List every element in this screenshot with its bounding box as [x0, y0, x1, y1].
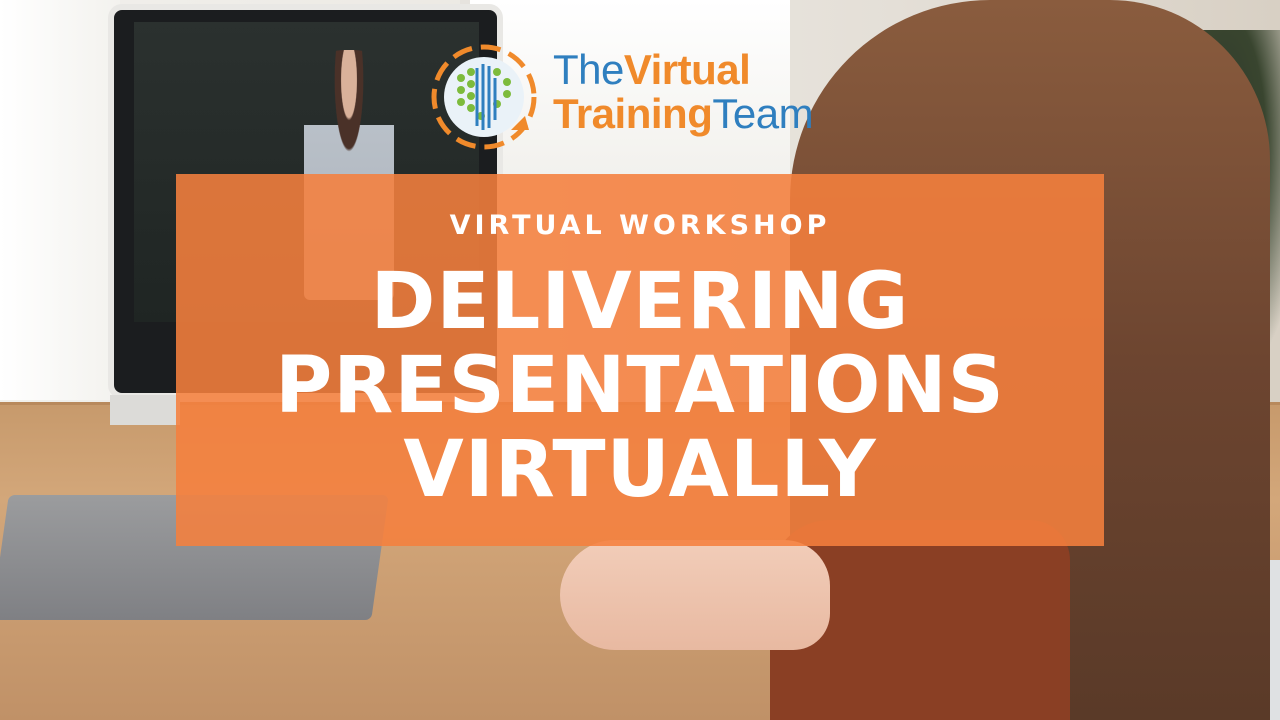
logo-line-1: TheVirtual [553, 48, 813, 92]
workshop-label: VIRTUAL WORKSHOP [449, 210, 831, 241]
title-line-1: DELIVERING [370, 257, 910, 347]
logo-word-training: Training [553, 90, 713, 137]
monitor-stand [110, 395, 180, 425]
logo-wordmark: TheVirtual TrainingTeam [553, 48, 814, 137]
title-line-2: PRESENTATIONS [275, 341, 1005, 431]
logo-line-2: TrainingTeam [553, 90, 814, 137]
logo-word-the: The [553, 46, 624, 93]
logo-word-team: Team [712, 90, 814, 137]
logo-word-virtual: Virtual [623, 46, 751, 93]
brand-logo: TheVirtual TrainingTeam [425, 38, 865, 156]
window-light [0, 0, 120, 400]
workshop-title: DELIVERING PRESENTATIONS VIRTUALLY [176, 260, 1104, 512]
title-banner: VIRTUAL WORKSHOP DELIVERING PRESENTATION… [176, 174, 1104, 546]
title-line-3: VIRTUALLY [403, 425, 877, 515]
viewer-arm [560, 540, 830, 650]
globe-icon [431, 44, 537, 150]
